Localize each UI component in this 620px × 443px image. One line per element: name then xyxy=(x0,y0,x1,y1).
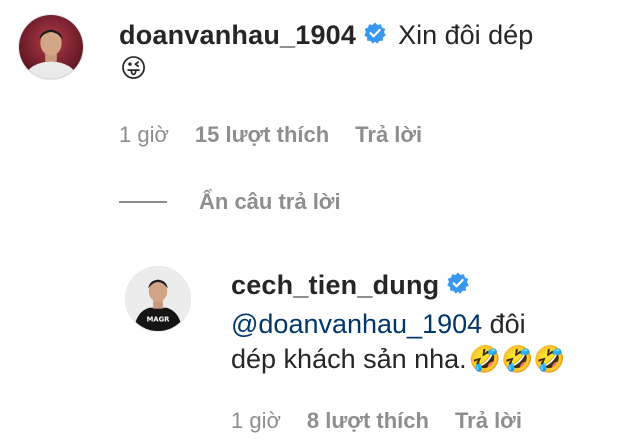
avatar[interactable] xyxy=(18,14,84,80)
reply-time[interactable]: 1 giờ xyxy=(231,408,281,434)
comment-header: doanvanhau_1904 Xin đôi dép xyxy=(119,18,533,52)
reply-button[interactable]: Trả lời xyxy=(355,122,422,148)
hide-replies-label: Ẩn câu trả lời xyxy=(199,189,341,214)
reply-text-tail: đôi xyxy=(482,309,526,339)
profile-photo xyxy=(19,15,83,79)
verified-badge-icon xyxy=(447,272,470,299)
comment-meta: 1 giờ 15 lượt thích Trả lời xyxy=(119,122,422,148)
comment-likes-link[interactable]: 15 lượt thích xyxy=(195,122,329,148)
reply-header: cech_tien_dung xyxy=(231,268,470,302)
profile-photo: MAGR xyxy=(126,267,190,331)
comment-emoji: 😜 xyxy=(120,54,148,84)
reply-text-line-2: dép khách sản nha. 🤣🤣🤣 xyxy=(231,344,566,375)
reply-likes-link[interactable]: 8 lượt thích xyxy=(307,408,429,434)
reply-meta: 1 giờ 8 lượt thích Trả lời xyxy=(231,408,522,434)
comment-time[interactable]: 1 giờ xyxy=(119,122,169,148)
divider-line xyxy=(119,201,167,203)
reply-username[interactable]: cech_tien_dung xyxy=(231,270,439,301)
reply-text-line-1: @doanvanhau_1904 đôi xyxy=(231,309,526,340)
reply-avatar[interactable]: MAGR xyxy=(125,266,191,332)
svg-text:MAGR: MAGR xyxy=(147,315,171,323)
reply-reply-button[interactable]: Trả lời xyxy=(455,408,522,434)
mention-link[interactable]: @doanvanhau_1904 xyxy=(231,309,482,339)
reply-emoji: 🤣🤣🤣 xyxy=(468,344,566,375)
hide-replies-button[interactable]: Ẩn câu trả lời xyxy=(119,189,341,215)
reply-text: dép khách sản nha. xyxy=(231,344,467,374)
comment-thread: doanvanhau_1904 Xin đôi dép 😜 1 giờ 15 l… xyxy=(0,0,620,443)
verified-badge-icon xyxy=(364,22,386,49)
comment-text: Xin đôi dép xyxy=(398,19,534,50)
comment-username[interactable]: doanvanhau_1904 xyxy=(119,20,356,51)
